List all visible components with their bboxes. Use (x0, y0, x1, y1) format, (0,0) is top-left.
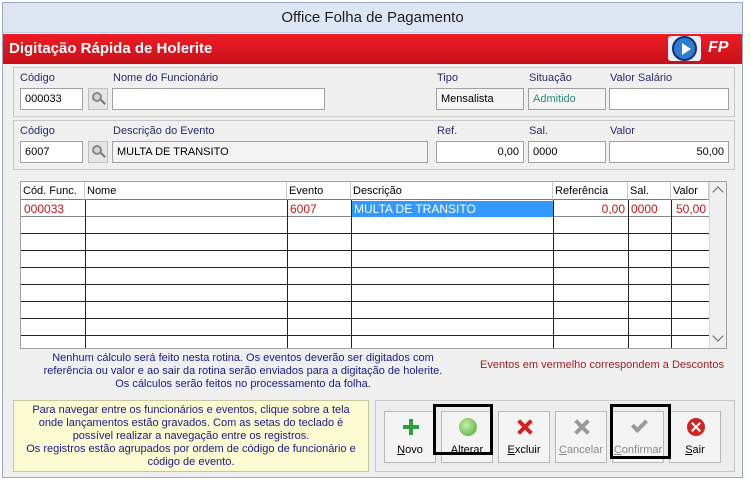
delete-icon (516, 418, 534, 436)
help-line: Para navegar entre os funcionários e eve… (32, 404, 350, 416)
ref-field[interactable]: 0,00 (436, 141, 524, 163)
navigation-help: Para navegar entre os funcionários e eve… (13, 400, 369, 472)
employee-name-field[interactable] (112, 88, 325, 110)
employee-name-label: Nome do Funcionário (113, 72, 219, 84)
cancelar-label: Cancelar (558, 444, 604, 456)
employee-search-button[interactable] (88, 88, 108, 110)
table-row[interactable] (21, 269, 709, 285)
tipo-field: Mensalista (436, 88, 524, 110)
sal-field[interactable]: 0000 (528, 141, 606, 163)
help-line: possível realizar a navegação entre os r… (72, 430, 310, 442)
event-search-button[interactable] (88, 141, 108, 163)
situacao-label: Situação (529, 72, 572, 84)
valor-label: Valor (610, 125, 635, 137)
tipo-label: Tipo (437, 72, 458, 84)
table-row[interactable]: 000033 6007 MULTA DE TRANSITO 0,00 0000 … (21, 201, 709, 217)
excluir-label: Excluir (507, 444, 541, 456)
event-group: Código 6007 Descrição do Evento MULTA DE… (13, 120, 735, 170)
help-line: Os registros estão agrupados por ordem d… (26, 443, 356, 455)
cell-valor[interactable]: 50,00 (671, 201, 709, 217)
column-header-valor[interactable]: Valor (671, 182, 709, 200)
column-divider (351, 200, 352, 348)
scroll-down-icon[interactable] (712, 330, 724, 342)
sal-label: Sal. (529, 125, 548, 137)
fp-logo: FP (708, 39, 729, 56)
entries-table[interactable]: Cód. Func. Nome Evento Descrição Referên… (20, 181, 727, 349)
valor-field[interactable]: 50,00 (609, 141, 729, 163)
sair-label: Sair (685, 444, 705, 456)
confirmar-highlight-frame (610, 404, 671, 459)
info-note-line: referência ou valor e ao sair da rotina … (43, 365, 443, 377)
novo-label: Novo (397, 444, 423, 456)
table-row[interactable] (21, 252, 709, 268)
page-title: Digitação Rápida de Holerite (9, 40, 213, 57)
column-divider (553, 200, 554, 348)
column-header-nome[interactable]: Nome (85, 182, 287, 200)
discount-legend: Eventos em vermelho correspondem a Desco… (480, 359, 724, 371)
play-circle-icon[interactable] (668, 36, 701, 61)
action-toolbar: Novo Alterar Excluir Cancelar Confirmar … (375, 400, 735, 472)
header-banner: Digitação Rápida de Holerite FP (3, 34, 742, 64)
table-row[interactable] (21, 286, 709, 302)
cell-evento[interactable]: 6007 (287, 201, 351, 217)
cancel-icon (573, 418, 591, 436)
salario-label: Valor Salário (610, 72, 673, 84)
employee-code-label: Código (20, 72, 55, 84)
exit-icon (687, 418, 705, 436)
window-titlebar: Office Folha de Pagamento (3, 3, 742, 33)
scroll-up-icon[interactable] (712, 186, 724, 198)
column-header-sal[interactable]: Sal. (628, 182, 671, 200)
column-header-evento[interactable]: Evento (287, 182, 351, 200)
cancelar-button[interactable]: Cancelar (555, 411, 607, 463)
info-note: Nenhum cálculo será feito nesta rotina. … (23, 352, 463, 391)
info-note-line: Nenhum cálculo será feito nesta rotina. … (52, 352, 434, 364)
cell-nome[interactable] (85, 201, 287, 217)
novo-button[interactable]: Novo (384, 411, 436, 463)
cell-sal[interactable]: 0000 (628, 201, 671, 217)
table-row[interactable] (21, 218, 709, 234)
help-line: onde lançamentos estão gravados. Com as … (38, 417, 344, 429)
column-divider (287, 200, 288, 348)
situacao-field: Admitido (528, 88, 606, 110)
info-note-line: Os cálculos serão feitos no processament… (115, 378, 371, 390)
table-row[interactable] (21, 235, 709, 251)
plus-icon (402, 418, 420, 436)
ref-label: Ref. (437, 125, 458, 137)
table-row[interactable] (21, 320, 709, 336)
alterar-highlight-frame (433, 404, 493, 455)
column-header-cod-func[interactable]: Cód. Func. (21, 182, 85, 200)
column-header-referencia[interactable]: Referência (553, 182, 628, 200)
employee-code-field[interactable]: 000033 (20, 88, 83, 110)
cell-referencia[interactable]: 0,00 (553, 201, 628, 217)
event-description-label: Descrição do Evento (113, 125, 215, 137)
column-divider (628, 200, 629, 348)
sair-button[interactable]: Sair (669, 411, 721, 463)
column-divider (85, 200, 86, 348)
cell-descricao[interactable]: MULTA DE TRANSITO (351, 201, 553, 217)
vertical-scrollbar[interactable] (709, 182, 726, 348)
column-header-descricao[interactable]: Descrição (351, 182, 553, 200)
excluir-button[interactable]: Excluir (498, 411, 550, 463)
event-code-field[interactable]: 6007 (20, 141, 83, 163)
cell-cod-func[interactable]: 000033 (21, 201, 85, 217)
column-divider (671, 200, 672, 348)
help-line: código de evento. (147, 456, 235, 468)
event-code-label: Código (20, 125, 55, 137)
event-description-field: MULTA DE TRANSITO (112, 141, 428, 163)
employee-group: Código 000033 Nome do Funcionário Tipo M… (13, 67, 735, 117)
table-row[interactable] (21, 303, 709, 319)
salario-field (609, 88, 729, 110)
